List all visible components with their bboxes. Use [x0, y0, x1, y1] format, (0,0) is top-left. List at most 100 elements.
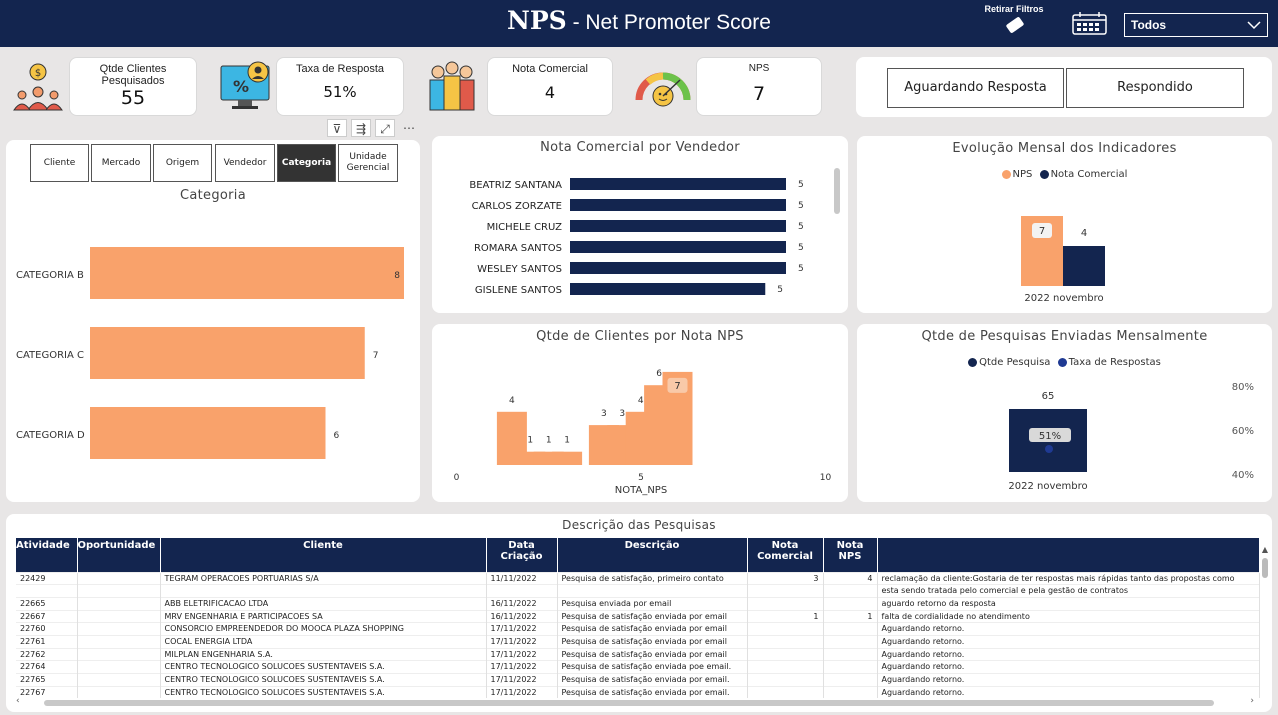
slicer-button-mercado[interactable]: Mercado: [91, 144, 151, 182]
kpi-card-clients: Qtde Clientes Pesquisados 55: [69, 57, 197, 116]
table-column-header[interactable]: Nota NPS: [823, 538, 878, 572]
table-cell: Aguardando retorno.: [877, 635, 1260, 649]
evolution-value-label: 7: [1039, 226, 1045, 237]
vendor-label: GISLENE SANTOS: [475, 285, 562, 296]
table-cell: [823, 660, 878, 674]
slicer-button-vendedor[interactable]: Vendedor: [215, 144, 275, 182]
scroll-thumb[interactable]: [44, 700, 1214, 706]
table-cell: [747, 648, 824, 661]
kpi-value: 55: [120, 87, 146, 109]
legend-label: NPS: [1012, 169, 1033, 180]
table-vertical-scrollbar[interactable]: ▲: [1260, 545, 1270, 693]
nps-x-tick: 10: [820, 473, 832, 483]
kpi-value: 7: [752, 83, 766, 105]
kpi-label: Nota Comercial: [512, 63, 588, 75]
table-column-header[interactable]: Cliente: [160, 538, 487, 572]
table-cell: 22764: [16, 660, 78, 674]
vendor-value-label: 5: [798, 243, 804, 253]
table-cell: [77, 635, 161, 649]
responded-button[interactable]: Respondido: [1066, 68, 1244, 108]
scroll-thumb[interactable]: [1262, 558, 1268, 578]
table-cell: 17/11/2022: [486, 673, 558, 687]
legend-dot-commercial: [1039, 169, 1049, 179]
nps-value-label: 4: [638, 396, 644, 406]
table-cell: Pesquisa de satisfação enviada por email…: [557, 673, 748, 687]
clear-filters-label[interactable]: Retirar Filtros: [978, 4, 1050, 14]
vendor-label: ROMARA SANTOS: [474, 243, 562, 254]
response-rate-icon: %: [220, 61, 270, 109]
table-column-header[interactable]: Atividade: [16, 538, 78, 572]
vendor-value-label: 5: [798, 222, 804, 232]
period-dropdown[interactable]: Todos: [1124, 13, 1268, 37]
table-row[interactable]: 22762 MILPLAN ENGENHARIA S.A. 17/11/2022 Pe…: [16, 648, 1260, 661]
table-cell: COCAL ENERGIA LTDA: [160, 635, 487, 649]
more-options-icon[interactable]: ⋯: [399, 119, 419, 137]
table-row[interactable]: 22765 CENTRO TECNOLOGICO SOLUCOES SUSTENT…: [16, 673, 1260, 687]
scroll-right-icon[interactable]: ›: [1250, 696, 1254, 706]
kpi-label: Taxa de Resposta: [295, 63, 385, 75]
awaiting-response-button[interactable]: Aguardando Resposta: [887, 68, 1064, 108]
drill-icon[interactable]: ⇶: [351, 119, 371, 137]
kpi-value: 4: [544, 83, 556, 102]
table-cell: falta de cordialidade no atendimento: [877, 610, 1260, 623]
team-icon: [429, 61, 475, 111]
table-cell: [77, 686, 161, 698]
table-row[interactable]: 22667 MRV ENGENHARIA E PARTICIPACOES SA 16…: [16, 610, 1260, 623]
table-cell: 17/11/2022: [486, 686, 558, 698]
evolution-value-label: 4: [1081, 228, 1087, 239]
evolution-chart-title: Evolução Mensal dos Indicadores: [952, 141, 1177, 156]
table-cell: [823, 686, 878, 698]
table-row[interactable]: esta sendo tratada pelo comercial e pela…: [16, 584, 1260, 598]
scroll-up-icon[interactable]: ▲: [1260, 545, 1270, 554]
kpi-card-commercial-score: Nota Comercial 4: [487, 57, 613, 116]
focus-mode-icon[interactable]: ⤢: [375, 119, 395, 137]
table-cell: [486, 584, 558, 598]
legend-dot-surveys: [968, 357, 978, 367]
slicer-button-unidade-gerencial[interactable]: Unidade Gerencial: [338, 144, 398, 182]
table-cell: reclamação da cliente:Gostaria de ter re…: [877, 572, 1260, 585]
surveys-legend: Qtde Pesquisa Taxa de Respostas: [857, 357, 1272, 368]
table-column-header[interactable]: Data Criação: [486, 538, 558, 572]
slicer-button-cliente[interactable]: Cliente: [30, 144, 89, 182]
table-cell: [747, 622, 824, 636]
table-cell: CONSORCIO EMPREENDEDOR DO MOOCA PLAZA SH…: [160, 622, 487, 636]
slicer-button-categoria[interactable]: Categoria: [277, 144, 336, 182]
slicer-button-origem[interactable]: Origem: [153, 144, 212, 182]
table-row[interactable]: 22764 CENTRO TECNOLOGICO SOLUCOES SUSTENT…: [16, 660, 1260, 674]
table-row[interactable]: 22665 ABB ELETRIFICACAO LTDA 16/11/2022 Pes…: [16, 597, 1260, 611]
category-value-label: 8: [394, 271, 400, 281]
surveys-secondary-axis-tick: 40%: [1232, 470, 1254, 481]
vendor-chart-scrollbar[interactable]: [834, 168, 840, 214]
table-column-header[interactable]: Nota Comercial: [747, 538, 824, 572]
nps-distribution-chart: 4 1 1 1 3 3 4 6 7 0 5 10 NOTA_NPS: [454, 369, 832, 496]
evolution-category-label: 2022 novembro: [1024, 293, 1103, 304]
nps-distribution-title: Qtde de Clientes por Nota NPS: [536, 329, 744, 344]
table-cell: 22760: [16, 622, 78, 636]
surveys-chart: 65 51% 2022 novembro 80% 60% 40%: [1008, 382, 1254, 492]
table-column-header[interactable]: Oportunidade: [77, 538, 161, 572]
nps-x-axis-label: NOTA_NPS: [615, 485, 667, 496]
category-chart: CATEGORIA B 8 CATEGORIA C 7 CATEGORIA D 6: [16, 247, 404, 459]
surveys-value-label: 65: [1042, 391, 1055, 402]
table-row[interactable]: 22767 CENTRO TECNOLOGICO SOLUCOES SUSTENT…: [16, 686, 1260, 698]
table-container[interactable]: Atividade Oportunidade Cliente Data Criação…: [16, 538, 1260, 698]
table-cell: [160, 584, 487, 598]
nps-value-label: 3: [619, 409, 625, 419]
filter-icon[interactable]: ⊽: [327, 119, 347, 137]
calendar-icon[interactable]: [1072, 12, 1108, 36]
table-column-header[interactable]: [877, 538, 1260, 572]
table-row[interactable]: 22760 CONSORCIO EMPREENDEDOR DO MOOCA PLA…: [16, 622, 1260, 636]
table-horizontal-scrollbar[interactable]: ‹ ›: [16, 696, 1260, 708]
table-cell: 17/11/2022: [486, 635, 558, 649]
table-column-header[interactable]: Descrição: [557, 538, 748, 572]
scroll-left-icon[interactable]: ‹: [16, 696, 20, 706]
table-row[interactable]: 22429 TEGRAM OPERACOES PORTUARIAS S/A 11/1…: [16, 572, 1260, 585]
table-cell: Pesquisa de satisfação enviada por email: [557, 610, 748, 623]
table-row[interactable]: 22761 COCAL ENERGIA LTDA 17/11/2022 Pesquis…: [16, 635, 1260, 649]
category-chart-title: Categoria: [180, 188, 246, 203]
table-cell: Pesquisa de satisfação enviada por email: [557, 635, 748, 649]
vendor-value-label: 5: [798, 201, 804, 211]
vendor-label: MICHELE CRUZ: [487, 222, 563, 233]
table-cell: [747, 597, 824, 611]
title-rest: - Net Promoter Score: [566, 11, 771, 34]
